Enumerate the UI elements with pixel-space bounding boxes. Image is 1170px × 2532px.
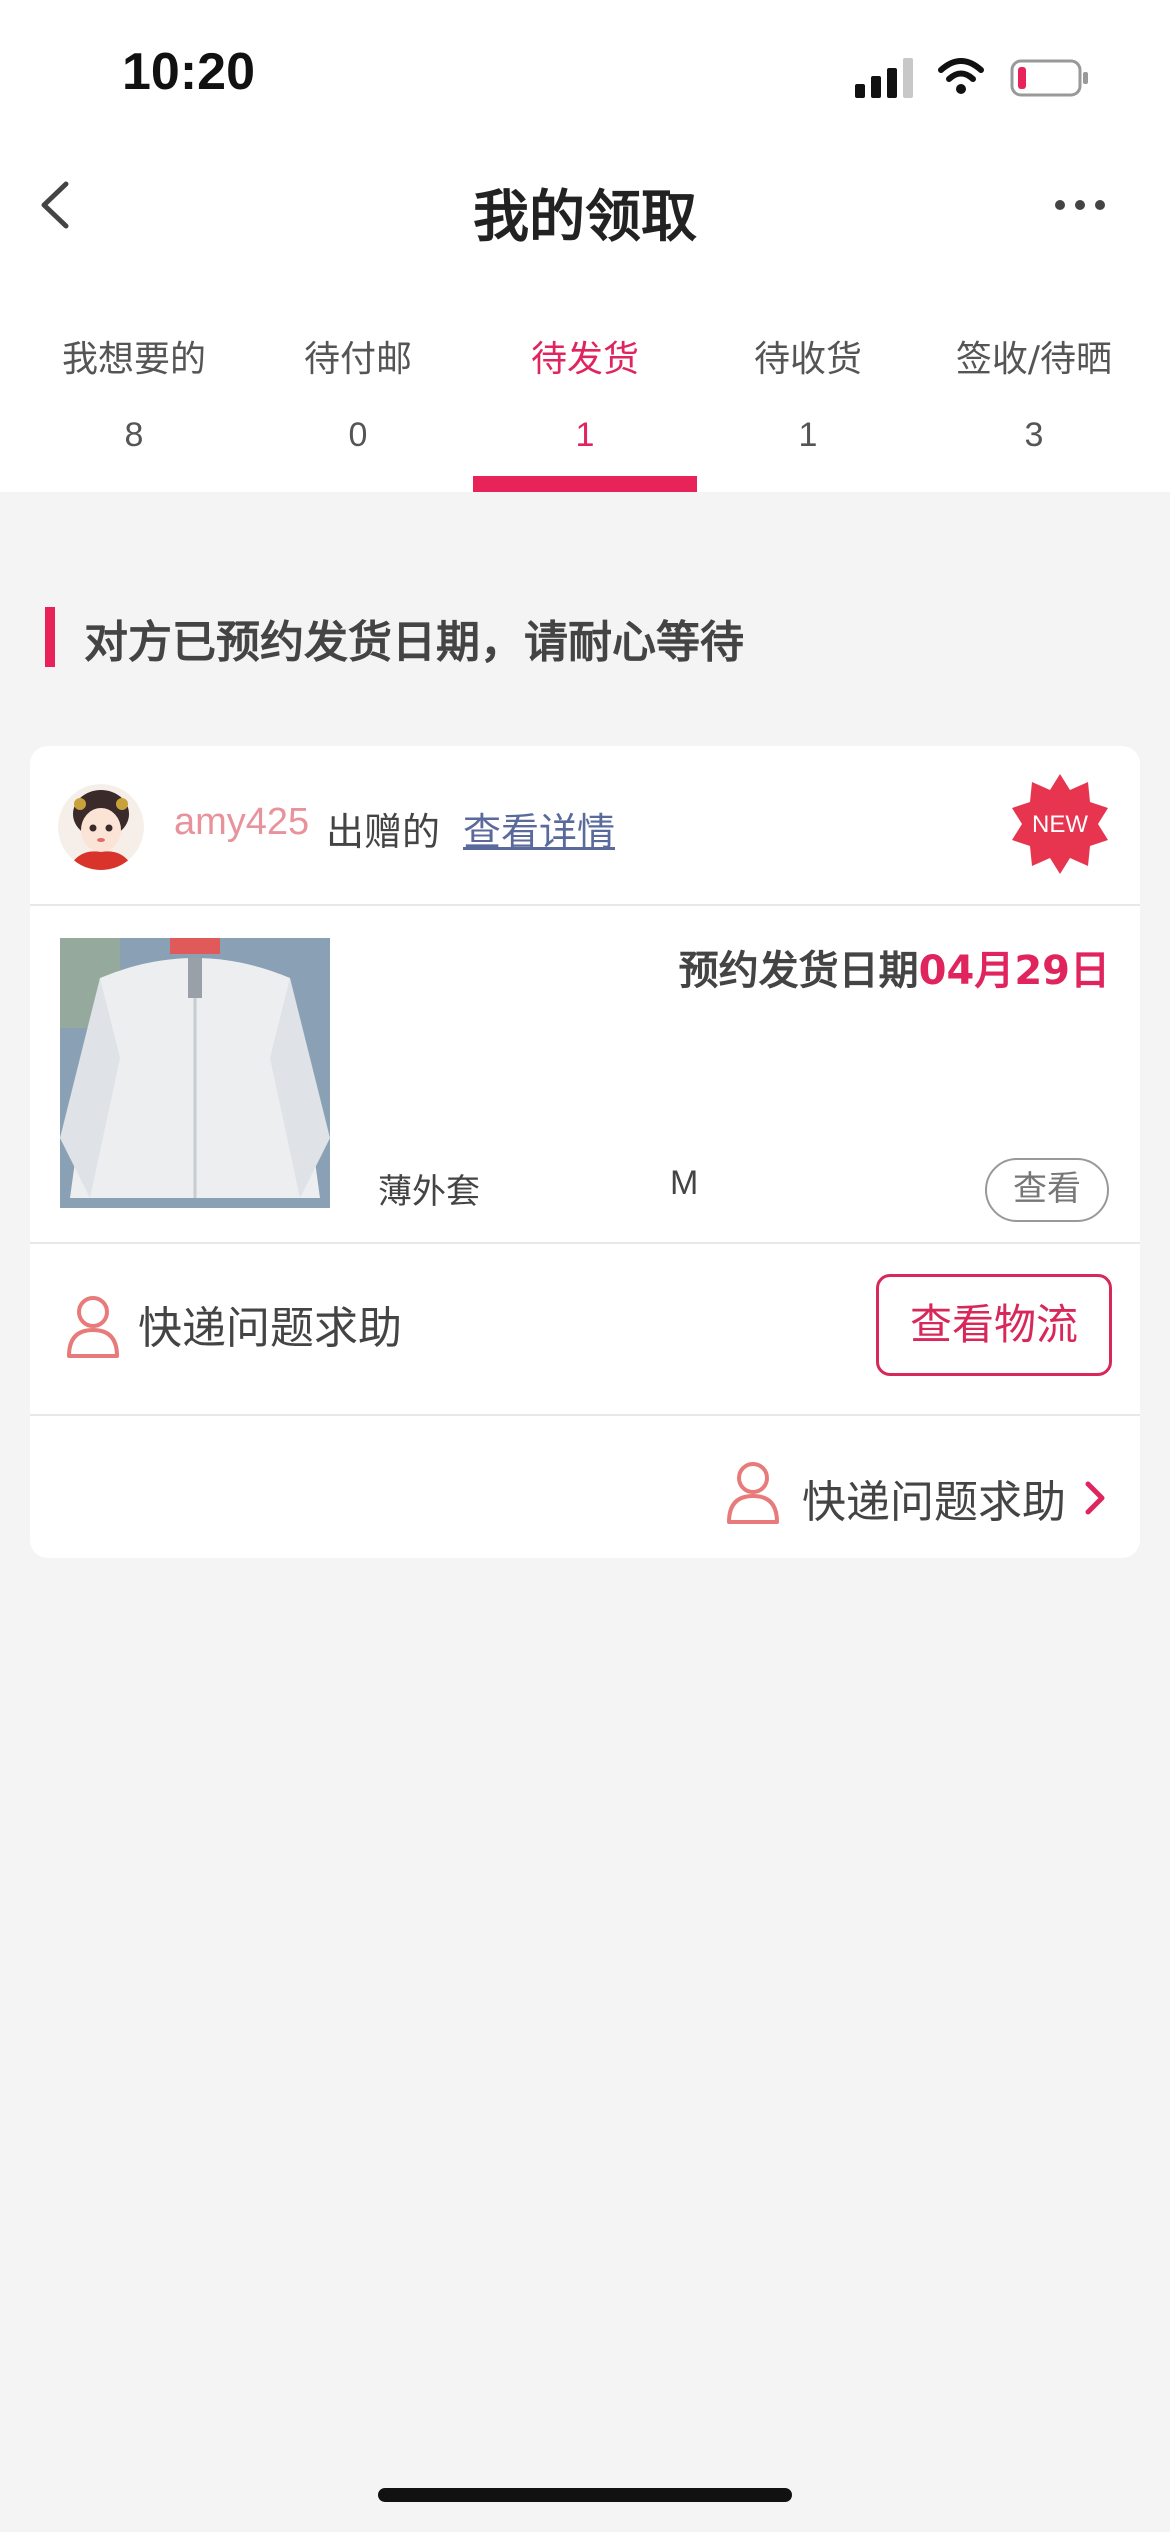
tab-signed-share[interactable]: 签收/待晒 3 <box>922 290 1146 492</box>
card-header: amy425 出赠的 查看详情 NEW <box>30 746 1140 906</box>
courier-help-link-row[interactable]: 快递问题求助 <box>30 1416 1140 1558</box>
giver-suffix: 出赠的 <box>326 810 441 854</box>
notice-accent-bar <box>45 607 55 667</box>
wifi-icon <box>938 58 984 94</box>
tab-label: 待付邮 <box>303 339 412 380</box>
item-name: 薄外套 <box>378 1172 480 1212</box>
item-thumbnail[interactable] <box>60 938 330 1208</box>
item-size: M <box>670 1164 699 1202</box>
view-details-link[interactable]: 查看详情 <box>463 801 615 856</box>
tab-label: 待发货 <box>530 339 639 380</box>
battery-icon <box>1010 59 1088 97</box>
ship-date-label: 预约发货日期 <box>678 948 919 994</box>
notice-text: 对方已预约发货日期，请耐心等待 <box>84 617 744 668</box>
view-item-button[interactable]: 查看 <box>985 1158 1109 1222</box>
status-time: 10:20 <box>122 43 255 101</box>
new-badge-text: NEW <box>1032 811 1088 838</box>
tab-wanted[interactable]: 我想要的 8 <box>22 290 246 492</box>
courier-help-row: 快递问题求助 查看物流 <box>30 1244 1140 1416</box>
chevron-right-icon <box>1085 1481 1105 1515</box>
giver-name[interactable]: amy425 <box>174 801 309 844</box>
home-indicator[interactable] <box>378 2488 792 2502</box>
gift-card: amy425 出赠的 查看详情 NEW 预约发货日期04月29日 薄外套 M 查… <box>30 746 1140 1558</box>
person-icon <box>727 1462 779 1524</box>
new-badge-icon: NEW <box>1012 774 1108 874</box>
page-title: 我的领取 <box>473 185 697 250</box>
tab-pending-shipment[interactable]: 待发货 1 <box>473 290 697 492</box>
tab-count: 1 <box>575 416 595 454</box>
tab-pending-receipt[interactable]: 待收货 1 <box>696 290 920 492</box>
tab-label: 待收货 <box>753 339 862 380</box>
active-tab-indicator <box>473 476 697 492</box>
tab-count: 1 <box>798 416 818 454</box>
person-icon <box>67 1296 119 1358</box>
view-logistics-button[interactable]: 查看物流 <box>876 1274 1112 1376</box>
courier-help-label: 快递问题求助 <box>802 1477 1066 1528</box>
item-row: 预约发货日期04月29日 薄外套 M 查看 <box>30 906 1140 1244</box>
ship-date-value: 04月29日 <box>918 948 1110 994</box>
tab-count: 8 <box>124 416 144 454</box>
avatar[interactable] <box>58 784 144 870</box>
signal-icon <box>855 58 913 98</box>
tab-label: 签收/待晒 <box>955 339 1113 380</box>
tab-pending-postage[interactable]: 待付邮 0 <box>246 290 470 492</box>
scheduled-ship-date: 预约发货日期04月29日 <box>679 938 1110 996</box>
courier-help-label[interactable]: 快递问题求助 <box>138 1292 402 1356</box>
tab-count: 3 <box>1024 416 1044 454</box>
tab-label: 我想要的 <box>61 339 206 380</box>
tab-count: 0 <box>348 416 368 454</box>
status-bar: 10:20 <box>0 0 1170 150</box>
status-tabs: 我想要的 8 待付邮 0 待发货 1 待收货 1 签收/待晒 3 <box>0 290 1170 492</box>
more-options-button[interactable] <box>1050 185 1110 225</box>
